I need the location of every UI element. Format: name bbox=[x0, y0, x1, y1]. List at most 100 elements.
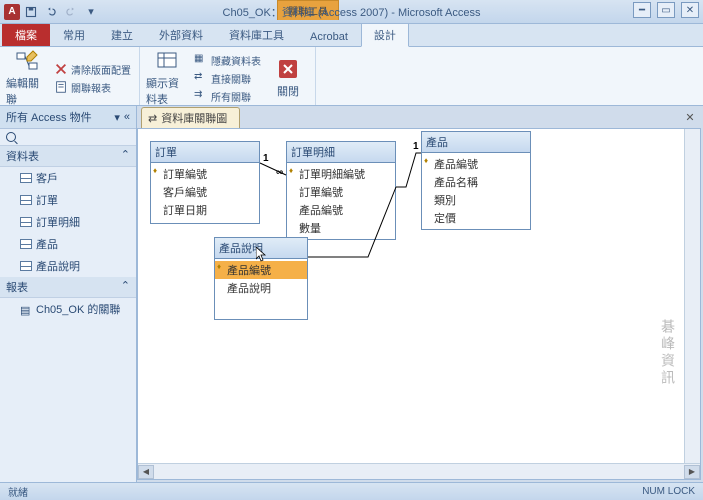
field-order-date[interactable]: 訂單日期 bbox=[151, 201, 259, 219]
status-bar: 就緒 NUM LOCK bbox=[0, 482, 703, 500]
field-product-name[interactable]: 產品名稱 bbox=[422, 173, 530, 191]
nav-dropdown-icon[interactable]: ▾ bbox=[114, 111, 120, 124]
table-title: 訂單明細 bbox=[287, 142, 395, 163]
direct-relationships-button[interactable]: ⇄直接關聯 bbox=[192, 70, 263, 87]
status-text: 就緒 bbox=[8, 484, 28, 499]
nav-table-orderdetail[interactable]: 訂單明細 bbox=[0, 211, 136, 233]
show-table-icon bbox=[155, 49, 179, 73]
nav-header-label: 所有 Access 物件 bbox=[6, 109, 92, 125]
nav-collapse-icon[interactable]: « bbox=[124, 111, 130, 123]
tab-design[interactable]: 設計 bbox=[361, 23, 409, 47]
field-category[interactable]: 類別 bbox=[422, 191, 530, 209]
nav-report-relationships[interactable]: ▤Ch05_OK 的關聯 bbox=[0, 298, 136, 320]
nav-header[interactable]: 所有 Access 物件 ▾ « bbox=[0, 106, 136, 129]
close-button[interactable]: ✕ bbox=[681, 2, 699, 18]
table-icon bbox=[20, 173, 32, 183]
field-order-id[interactable]: 訂單編號 bbox=[151, 165, 259, 183]
table-box-order[interactable]: 訂單 訂單編號 客戶編號 訂單日期 bbox=[150, 141, 260, 224]
navigation-pane: 所有 Access 物件 ▾ « 資料表⌃ 客戶 訂單 訂單明細 產品 產品說明… bbox=[0, 106, 137, 482]
all-relationships-button[interactable]: ⇉所有關聯 bbox=[192, 88, 263, 105]
relationship-report-button[interactable]: 關聯報表 bbox=[52, 79, 133, 96]
show-table-button[interactable]: 顯示資料表 bbox=[146, 49, 188, 107]
watermark-text: 碁峰資訊 bbox=[658, 319, 678, 387]
table-box-productdesc[interactable]: 產品說明 產品編號 產品說明 bbox=[214, 237, 308, 320]
cardinality-many: ∞ bbox=[276, 167, 283, 178]
direct-rel-icon: ⇄ bbox=[194, 71, 208, 85]
collapse-icon: ⌃ bbox=[121, 148, 130, 164]
edit-relationships-label: 編輯關聯 bbox=[6, 75, 48, 107]
edit-relationships-button[interactable]: 編輯關聯 bbox=[6, 49, 48, 107]
show-table-label: 顯示資料表 bbox=[146, 75, 188, 107]
app-icon[interactable]: A bbox=[4, 4, 20, 20]
all-rel-icon: ⇉ bbox=[194, 89, 208, 103]
table-title: 產品 bbox=[422, 132, 530, 153]
nav-table-product[interactable]: 產品 bbox=[0, 233, 136, 255]
hide-table-button[interactable]: ▦隱藏資料表 bbox=[192, 52, 263, 69]
document-tab-relationships[interactable]: ⇄ 資料庫關聯圖 bbox=[141, 107, 240, 128]
title-bar: A ▾ 關聯工具 Ch05_OK：資料庫 (Access 2007) - Mic… bbox=[0, 0, 703, 24]
clear-layout-icon bbox=[54, 62, 68, 76]
ribbon-group-relationships: 顯示資料表 ▦隱藏資料表 ⇄直接關聯 ⇉所有關聯 關閉 資料庫關聯圖 bbox=[140, 47, 316, 105]
field-quantity[interactable]: 數量 bbox=[287, 219, 395, 237]
tab-external[interactable]: 外部資料 bbox=[146, 23, 216, 46]
scroll-right-icon[interactable]: ▶ bbox=[684, 465, 700, 479]
window-controls: ━ ▭ ✕ bbox=[633, 2, 699, 18]
numlock-indicator: NUM LOCK bbox=[642, 486, 695, 497]
tab-acrobat[interactable]: Acrobat bbox=[297, 27, 361, 46]
window-title: Ch05_OK：資料庫 (Access 2007) - Microsoft Ac… bbox=[223, 4, 481, 20]
collapse-icon: ⌃ bbox=[121, 279, 130, 295]
ribbon-group-tools: 編輯關聯 清除版面配置 關聯報表 工具 bbox=[0, 47, 140, 105]
qat-dropdown-icon[interactable]: ▾ bbox=[82, 3, 100, 21]
close-label: 關閉 bbox=[277, 83, 299, 99]
save-icon[interactable] bbox=[22, 3, 40, 21]
clear-layout-button[interactable]: 清除版面配置 bbox=[52, 61, 133, 78]
search-icon[interactable] bbox=[6, 132, 16, 142]
relationships-icon: ⇄ bbox=[148, 112, 157, 125]
field-product-id[interactable]: 產品編號 bbox=[287, 201, 395, 219]
hide-table-icon: ▦ bbox=[194, 53, 208, 67]
cardinality-one: 1 bbox=[263, 153, 269, 164]
document-tab-bar: ⇄ 資料庫關聯圖 ✕ bbox=[137, 106, 703, 128]
close-relationships-button[interactable]: 關閉 bbox=[267, 49, 309, 107]
horizontal-scrollbar[interactable]: ◀ ▶ bbox=[138, 463, 700, 479]
nav-group-reports[interactable]: 報表⌃ bbox=[0, 277, 136, 298]
restore-button[interactable]: ▭ bbox=[657, 2, 675, 18]
nav-search-row bbox=[0, 129, 136, 146]
scroll-left-icon[interactable]: ◀ bbox=[138, 465, 154, 479]
nav-table-productdesc[interactable]: 產品說明 bbox=[0, 255, 136, 277]
field-product-desc[interactable]: 產品說明 bbox=[215, 279, 307, 297]
nav-group-tables[interactable]: 資料表⌃ bbox=[0, 146, 136, 167]
field-customer-id[interactable]: 客戶編號 bbox=[151, 183, 259, 201]
table-box-orderdetail[interactable]: 訂單明細 訂單明細編號 訂單編號 產品編號 數量 bbox=[286, 141, 396, 240]
ribbon-tab-strip: 檔案 常用 建立 外部資料 資料庫工具 Acrobat 設計 bbox=[0, 24, 703, 46]
relationship-report-label: 關聯報表 bbox=[71, 80, 111, 95]
nav-table-order[interactable]: 訂單 bbox=[0, 189, 136, 211]
tab-create[interactable]: 建立 bbox=[98, 23, 146, 46]
ribbon: 編輯關聯 清除版面配置 關聯報表 工具 顯示資料表 ▦隱藏資料表 bbox=[0, 46, 703, 106]
table-box-product[interactable]: 產品 產品編號 產品名稱 類別 定價 bbox=[421, 131, 531, 230]
report-icon: ▤ bbox=[20, 304, 32, 314]
field-product-id[interactable]: 產品編號 bbox=[215, 261, 307, 279]
edit-relationships-icon bbox=[15, 49, 39, 73]
report-icon bbox=[54, 80, 68, 94]
field-order-id[interactable]: 訂單編號 bbox=[287, 183, 395, 201]
table-title: 產品說明 bbox=[215, 238, 307, 259]
vertical-scrollbar[interactable] bbox=[684, 129, 700, 463]
nav-table-customer[interactable]: 客戶 bbox=[0, 167, 136, 189]
field-price[interactable]: 定價 bbox=[422, 209, 530, 227]
quick-access-toolbar: A ▾ bbox=[0, 3, 100, 21]
document-area: ⇄ 資料庫關聯圖 ✕ 訂單 訂單編號 客戶編號 訂單日期 訂單明細 訂單明細編號 bbox=[137, 106, 703, 482]
document-close-button[interactable]: ✕ bbox=[683, 110, 697, 124]
table-icon bbox=[20, 217, 32, 227]
table-icon bbox=[20, 261, 32, 271]
close-icon bbox=[276, 57, 300, 81]
field-product-id[interactable]: 產品編號 bbox=[422, 155, 530, 173]
minimize-button[interactable]: ━ bbox=[633, 2, 651, 18]
redo-icon[interactable] bbox=[62, 3, 80, 21]
tab-dbtools[interactable]: 資料庫工具 bbox=[216, 23, 297, 46]
undo-icon[interactable] bbox=[42, 3, 60, 21]
tab-file[interactable]: 檔案 bbox=[2, 23, 50, 46]
relationships-canvas[interactable]: 訂單 訂單編號 客戶編號 訂單日期 訂單明細 訂單明細編號 訂單編號 產品編號 … bbox=[137, 128, 701, 480]
field-detail-id[interactable]: 訂單明細編號 bbox=[287, 165, 395, 183]
tab-home[interactable]: 常用 bbox=[50, 23, 98, 46]
